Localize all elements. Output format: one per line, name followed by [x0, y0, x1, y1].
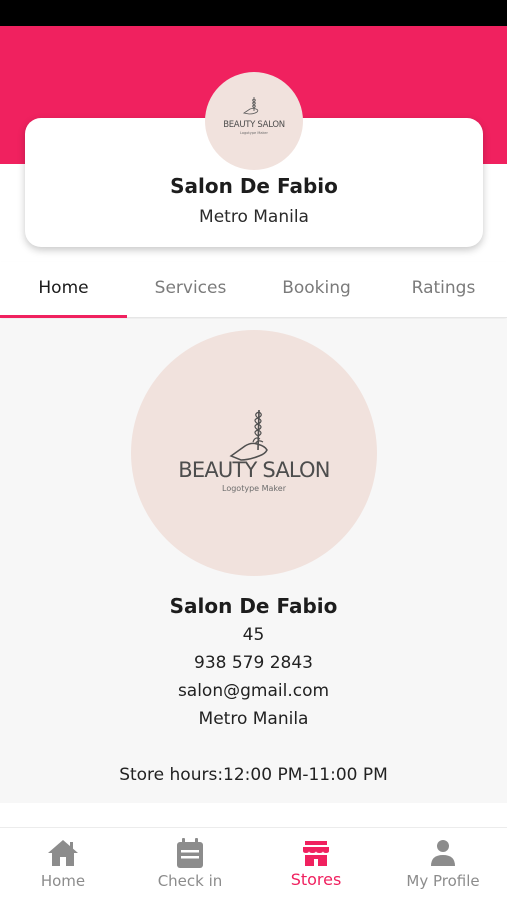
person-icon [431, 840, 455, 866]
tab-ratings[interactable]: Ratings [380, 262, 507, 318]
tab-booking[interactable]: Booking [253, 262, 380, 318]
home-tab-content: BEAUTY SALON Logotype Maker Salon De Fab… [0, 319, 507, 803]
nav-stores-label: Stores [290, 870, 342, 889]
store-logo-large: BEAUTY SALON Logotype Maker [131, 330, 377, 576]
store-detail-location: Metro Manila [198, 709, 309, 729]
store-name: Salon De Fabio [170, 174, 338, 198]
store-detail-number: 45 [242, 625, 265, 645]
salon-logo: BEAUTY SALON Logotype Maker [131, 458, 377, 493]
tab-services[interactable]: Services [127, 262, 254, 318]
status-bar [0, 0, 507, 26]
nav-check-in[interactable]: Check in [127, 828, 253, 900]
calendar-icon [177, 838, 203, 868]
logo-tagline: Logotype Maker [240, 131, 268, 135]
store-email: salon@gmail.com [177, 681, 330, 701]
store-phone: 938 579 2843 [194, 653, 313, 673]
store-detail-name: Salon De Fabio [169, 594, 338, 618]
active-tab-indicator [0, 315, 127, 318]
home-icon [48, 840, 78, 866]
bottom-navigation: Home Check in Stores My Profile [0, 827, 507, 900]
nav-check-in-label: Check in [157, 872, 223, 890]
logo-wordmark: BEAUTY SALON [178, 458, 330, 482]
nav-my-profile[interactable]: My Profile [380, 828, 506, 900]
nav-my-profile-label: My Profile [406, 872, 480, 890]
store-location: Metro Manila [199, 207, 309, 227]
nav-stores[interactable]: Stores [253, 828, 379, 900]
salon-logo: BEAUTY SALON Logotype Maker [205, 120, 303, 135]
nav-home[interactable]: Home [0, 828, 126, 900]
nav-home-label: Home [40, 872, 86, 890]
hand-lavender-icon [229, 409, 268, 461]
store-icon [303, 841, 329, 866]
hand-lavender-icon [242, 97, 259, 115]
tab-home[interactable]: Home [0, 262, 127, 318]
logo-tagline: Logotype Maker [222, 484, 286, 493]
store-hours: Store hours:12:00 PM-11:00 PM [119, 765, 388, 785]
store-avatar[interactable]: BEAUTY SALON Logotype Maker [205, 72, 303, 170]
tab-bar: Home Services Booking Ratings [0, 262, 507, 318]
logo-wordmark: BEAUTY SALON [223, 120, 285, 130]
